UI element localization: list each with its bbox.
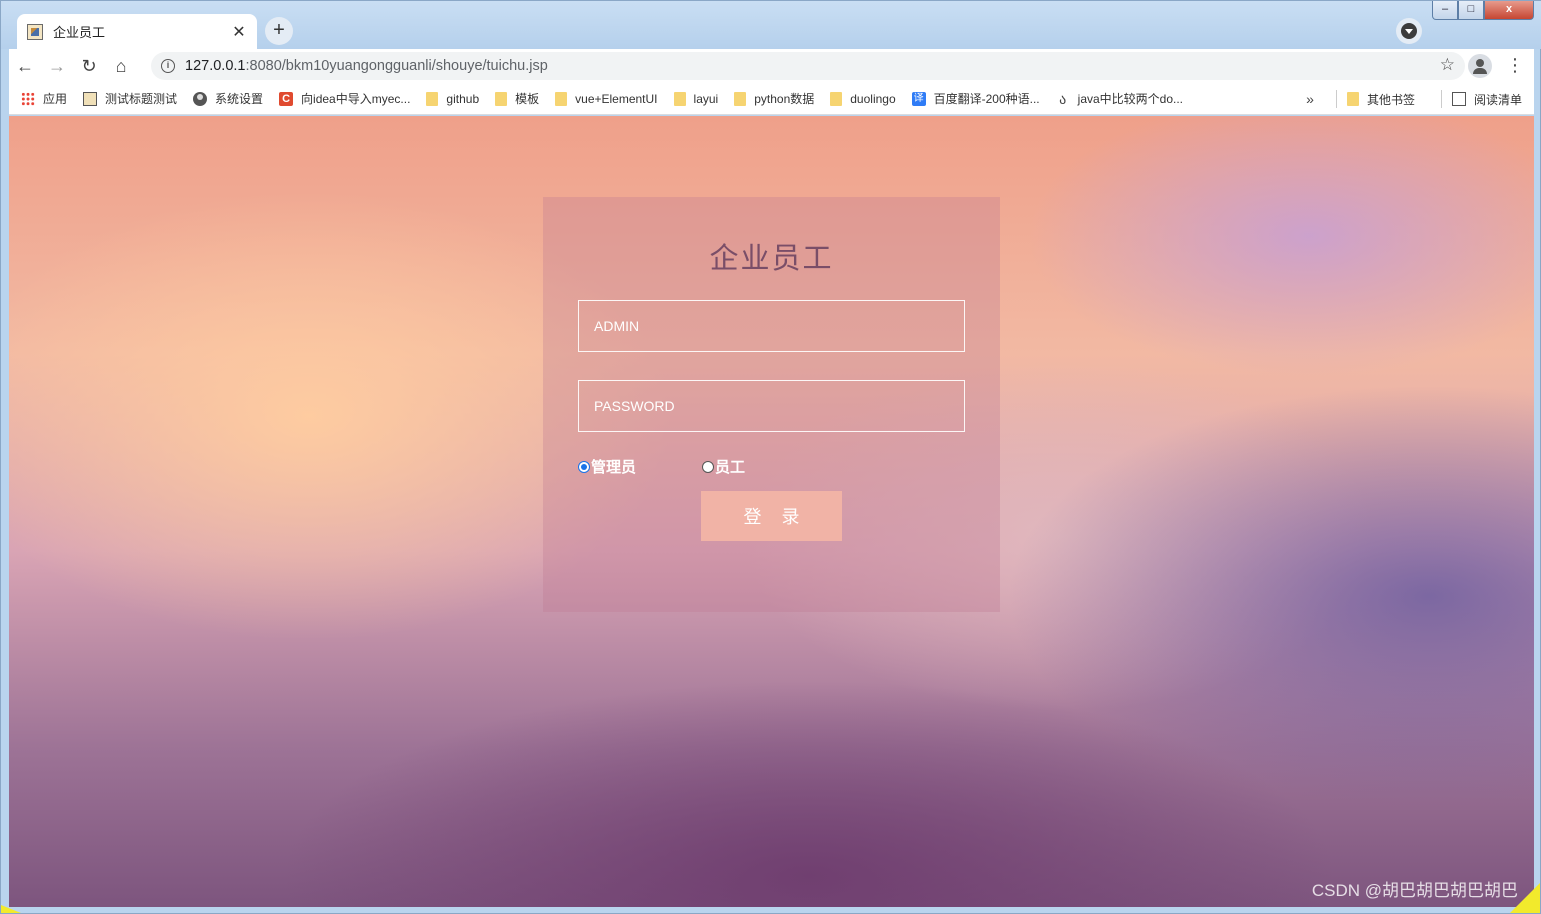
bookmark-fanyi[interactable]: 译百度翻译-200种语... (911, 90, 1040, 107)
folder-icon (426, 91, 439, 106)
username-input[interactable] (578, 300, 965, 352)
folder-icon (495, 91, 508, 106)
bookmark-star-icon[interactable]: ☆ (1440, 55, 1455, 75)
folder-icon (673, 91, 686, 106)
tab-close-icon[interactable]: ✕ (231, 22, 247, 42)
browser-menu-icon[interactable]: ⋮ (1506, 53, 1524, 77)
bookmark-label: 阅读清单 (1473, 92, 1522, 107)
reading-list[interactable]: 阅读清单 (1451, 91, 1522, 108)
bookmark-duolingo[interactable]: duolingo (830, 91, 896, 106)
page-favicon-icon (27, 23, 43, 40)
close-window-button[interactable]: x (1484, 1, 1534, 20)
bookmark-vue[interactable]: vue+ElementUI (555, 91, 658, 106)
radio-employee[interactable] (702, 460, 714, 473)
globe-icon (193, 91, 208, 106)
apps-icon (21, 91, 35, 106)
tab-search-icon[interactable] (1396, 18, 1422, 44)
bookmark-csdn[interactable]: C 向idea中导入myec... (279, 90, 410, 107)
bookmark-java[interactable]: ა java中比较两个do... (1056, 90, 1183, 107)
browser-window: 企业员工 ✕ + – □ x ← → ↻ ⌂ i 127.0.0.1:8080/… (0, 0, 1541, 914)
tab-strip: 企业员工 ✕ + – □ x (1, 1, 1541, 49)
bookmark-label: python数据 (754, 92, 815, 106)
url-host: 127.0.0.1 (185, 58, 246, 74)
tab-active[interactable]: 企业员工 ✕ (17, 14, 257, 49)
role-employee-label: 员工 (715, 459, 746, 476)
bookmark-label: 向idea中导入myec... (301, 92, 411, 106)
role-admin-option[interactable]: 管理员 (578, 456, 636, 477)
bookmark-python[interactable]: python数据 (734, 90, 814, 107)
bookmark-label: vue+ElementUI (575, 91, 658, 106)
bookmarks-overflow-icon[interactable]: » (1306, 91, 1314, 107)
address-bar[interactable]: i 127.0.0.1:8080/bkm10yuangongguanli/sho… (151, 52, 1465, 80)
divider (1335, 90, 1337, 108)
bookmark-label: github (446, 91, 480, 106)
forward-icon[interactable]: → (41, 50, 73, 82)
bookmarks-right: » 其他书签 阅读清单 (1306, 83, 1522, 115)
bookmark-label: 百度翻译-200种语... (933, 92, 1040, 106)
bookmark-label: layui (693, 91, 719, 106)
bookmark-label: 模板 (515, 92, 540, 106)
maximize-button[interactable]: □ (1458, 1, 1484, 20)
home-icon[interactable]: ⌂ (105, 50, 137, 82)
bookmark-label: duolingo (850, 91, 896, 106)
role-admin-label: 管理员 (591, 459, 637, 476)
bookmark-layui[interactable]: layui (673, 91, 719, 106)
java-icon: ა (1059, 90, 1067, 107)
window-controls: – □ x (1432, 1, 1534, 21)
login-button[interactable]: 登录 (701, 491, 842, 541)
page-content: 企业员工 管理员 员工 登录 CSDN @胡巴胡巴胡巴胡巴 (9, 116, 1534, 907)
role-selector: 管理员 员工 (578, 456, 965, 476)
browser-toolbar: ← → ↻ ⌂ i 127.0.0.1:8080/bkm10yuangonggu… (9, 49, 1534, 83)
bookmark-settings[interactable]: 系统设置 (193, 90, 263, 107)
corner-decoration (1, 905, 21, 913)
role-employee-option[interactable]: 员工 (702, 456, 745, 477)
bookmark-label: 应用 (43, 92, 68, 106)
folder-icon (555, 91, 568, 106)
login-title: 企业员工 (709, 243, 834, 275)
reading-list-icon (1451, 92, 1466, 106)
bookmark-github[interactable]: github (426, 91, 480, 106)
bookmark-label: 系统设置 (215, 92, 264, 106)
folder-icon (830, 91, 843, 106)
bookmark-other[interactable]: 其他书签 (1346, 91, 1415, 108)
minimize-button[interactable]: – (1432, 1, 1458, 20)
new-tab-button[interactable]: + (265, 17, 293, 45)
tab-title: 企业员工 (53, 25, 106, 40)
page-icon (83, 91, 98, 106)
bookmark-label: 其他书签 (1366, 92, 1415, 107)
login-panel: 企业员工 管理员 员工 登录 (543, 197, 1000, 612)
bookmark-label: java中比较两个do... (1077, 92, 1184, 106)
radio-admin[interactable] (578, 460, 590, 473)
folder-icon (734, 91, 747, 106)
back-icon[interactable]: ← (9, 50, 41, 82)
corner-decoration (1510, 883, 1540, 913)
bookmark-template[interactable]: 模板 (495, 90, 539, 107)
url-path: :8080/bkm10yuangongguanli/shouye/tuichu.… (245, 58, 548, 74)
bookmark-apps[interactable]: 应用 (21, 90, 67, 107)
reload-icon[interactable]: ↻ (73, 50, 105, 82)
password-input[interactable] (578, 380, 965, 432)
fanyi-icon: 译 (911, 91, 926, 106)
profile-avatar-icon[interactable] (1468, 54, 1492, 78)
bookmark-label: 测试标题测试 (105, 92, 178, 106)
site-info-icon[interactable]: i (161, 59, 175, 73)
bookmarks-bar: 应用 测试标题测试 系统设置 C 向idea中导入myec... github 模… (9, 83, 1534, 115)
url-text[interactable]: 127.0.0.1:8080/bkm10yuangongguanli/shouy… (185, 58, 548, 74)
bookmark-test[interactable]: 测试标题测试 (83, 90, 177, 107)
csdn-icon: C (279, 91, 294, 106)
divider (1440, 90, 1442, 108)
folder-icon (1346, 92, 1359, 106)
watermark-text: CSDN @胡巴胡巴胡巴胡巴 (1311, 881, 1518, 900)
